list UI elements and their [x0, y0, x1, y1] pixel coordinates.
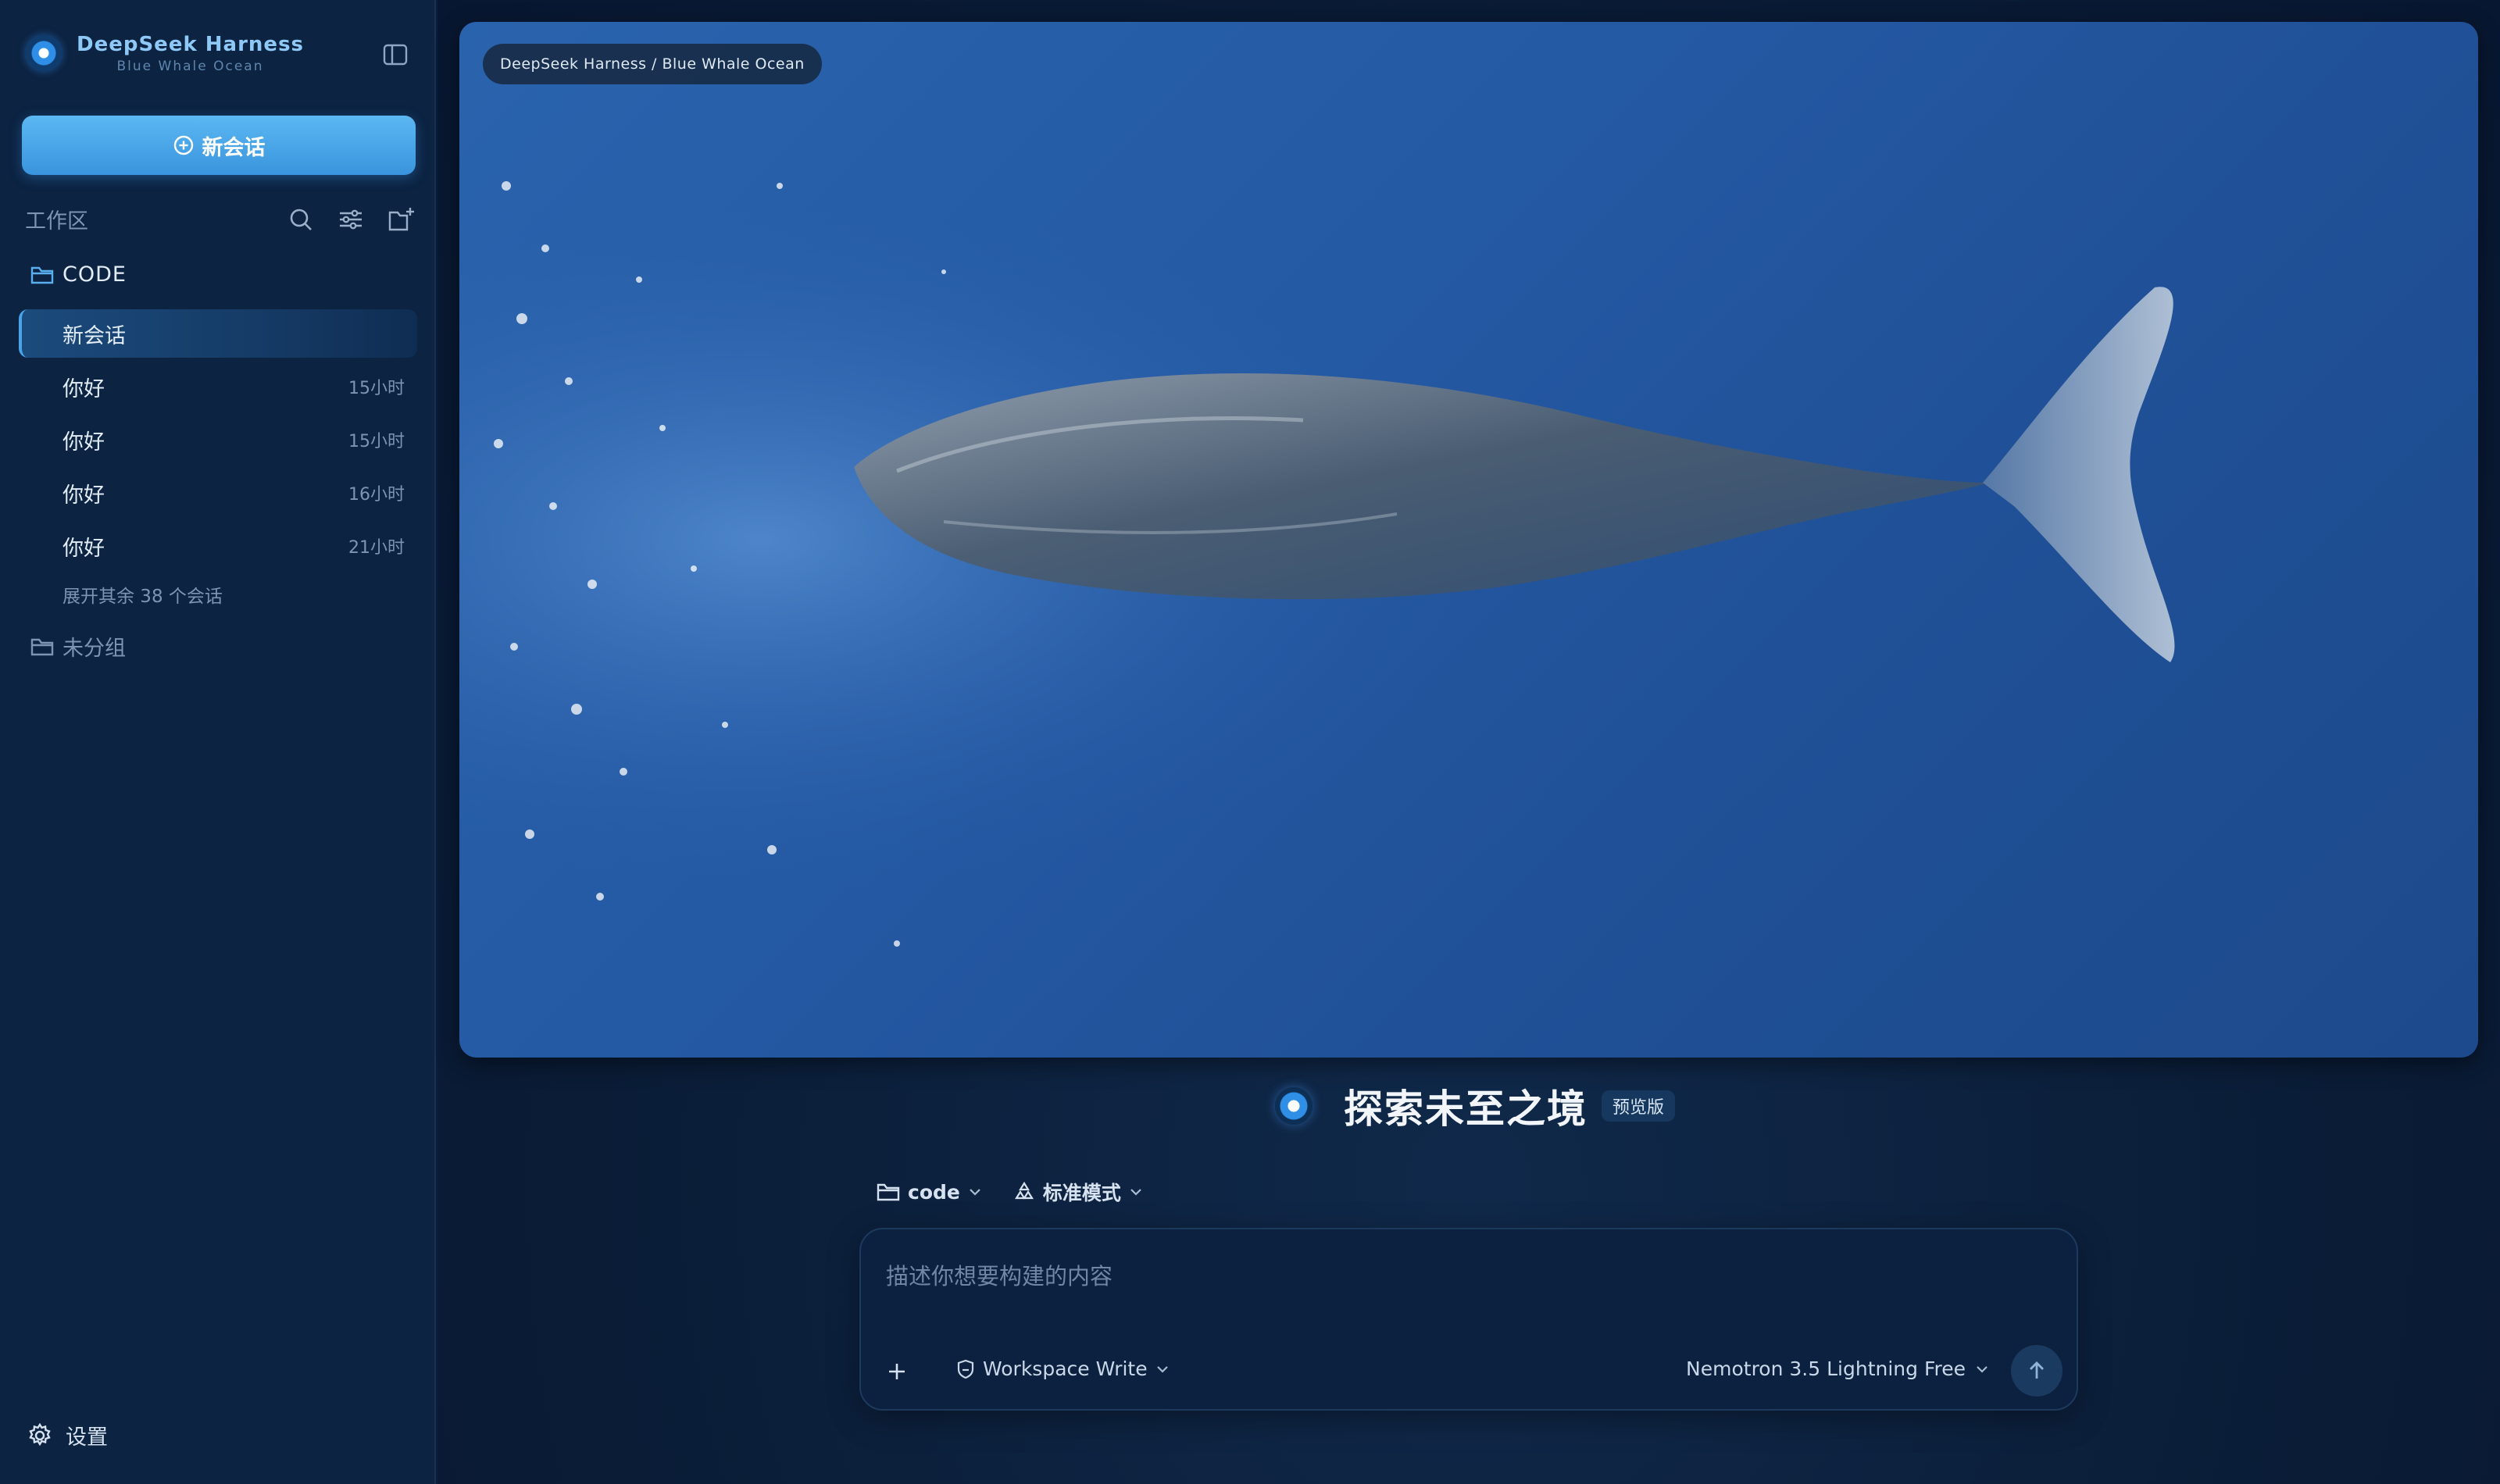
mode-selector[interactable]: 标准模式 — [1013, 1178, 1143, 1206]
session-title: 新会话 — [62, 323, 126, 348]
app-window: DeepSeek Harness Blue Whale Ocean 新会话 工作… — [0, 0, 2500, 1484]
session-title: 你好 — [62, 483, 105, 508]
folder-selector[interactable]: code — [877, 1181, 982, 1204]
workspace-label: 工作区 — [25, 209, 88, 234]
plus-icon — [889, 1364, 905, 1379]
chevron-down-icon — [1156, 1365, 1168, 1373]
preview-badge: 预览版 — [1602, 1090, 1676, 1122]
workspace-header: 工作区 — [25, 202, 416, 236]
session-item[interactable]: 你好 15小时 — [19, 362, 417, 411]
folder-icon — [877, 1183, 900, 1201]
add-attachment-button[interactable] — [880, 1354, 914, 1389]
session-item[interactable]: 你好 15小时 — [19, 416, 417, 464]
sidebar-toggle-icon[interactable] — [381, 41, 409, 69]
sidebar: DeepSeek Harness Blue Whale Ocean 新会话 工作… — [0, 0, 436, 1484]
welcome-title-row: 探索未至之境 预览版 — [1275, 1078, 1676, 1134]
session-time: 21小时 — [348, 538, 405, 558]
hero-badge: DeepSeek Harness / Blue Whale Ocean — [483, 44, 822, 84]
expand-more-sessions[interactable]: 展开其余 38 个会话 — [62, 581, 223, 608]
gear-icon — [29, 1422, 51, 1446]
session-time: 15小时 — [348, 379, 405, 398]
brand-subtitle: Blue Whale Ocean — [116, 59, 264, 74]
search-icon[interactable] — [286, 205, 316, 234]
folder-selector-label: code — [908, 1180, 960, 1204]
shield-edit-icon — [957, 1359, 974, 1379]
model-selector[interactable]: Nemotron 3.5 Lightning Free — [1686, 1357, 1989, 1380]
session-time: 15小时 — [348, 432, 405, 451]
permission-selector[interactable]: Workspace Write — [955, 1357, 1170, 1380]
new-chat-button[interactable]: 新会话 — [22, 116, 416, 175]
arrow-up-icon — [2030, 1361, 2044, 1379]
brand-logo — [1275, 1087, 1312, 1125]
brand-title: DeepSeek Harness — [77, 33, 305, 56]
session-item[interactable]: 你好 21小时 — [19, 522, 417, 570]
session-item[interactable]: 你好 16小时 — [19, 469, 417, 517]
welcome-title: 探索未至之境 — [1344, 1086, 1588, 1132]
permission-label: Workspace Write — [983, 1357, 1148, 1380]
session-title: 你好 — [62, 430, 105, 455]
folder-label: 未分组 — [62, 637, 126, 661]
session-time: 16小时 — [348, 485, 405, 505]
main-panel: DeepSeek Harness / Blue Whale Ocean 探索未至… — [438, 0, 2500, 1484]
model-label: Nemotron 3.5 Lightning Free — [1686, 1357, 1966, 1380]
chevron-down-icon — [970, 1189, 980, 1196]
folder-icon — [30, 266, 54, 284]
session-item-active[interactable]: 新会话 — [19, 309, 417, 358]
session-title: 你好 — [62, 376, 105, 401]
plus-circle-icon — [173, 135, 193, 155]
folder-icon — [30, 638, 54, 655]
mode-selector-label: 标准模式 — [1042, 1182, 1121, 1204]
chevron-down-icon — [1130, 1189, 1141, 1196]
recycle-icon — [1014, 1181, 1034, 1200]
folder-label: CODE — [62, 262, 127, 287]
sliders-icon[interactable] — [336, 205, 366, 234]
hero-whale-image: DeepSeek Harness / Blue Whale Ocean — [459, 22, 2478, 1058]
send-button[interactable] — [2011, 1345, 2062, 1397]
chevron-down-icon — [1977, 1365, 1988, 1373]
session-title: 你好 — [62, 536, 105, 561]
context-bar: code 标准模式 — [877, 1178, 1143, 1206]
brand: DeepSeek Harness Blue Whale Ocean — [25, 31, 304, 75]
folder-code[interactable]: CODE — [30, 262, 127, 287]
prompt-input[interactable] — [886, 1253, 2042, 1300]
folder-plus-icon[interactable] — [386, 205, 416, 234]
settings-label: 设置 — [66, 1425, 108, 1450]
settings-button[interactable]: 设置 — [27, 1420, 108, 1450]
composer: Workspace Write Nemotron 3.5 Lightning F… — [859, 1228, 2078, 1411]
brand-logo — [25, 34, 62, 72]
whale-ocean-illustration — [459, 22, 2478, 1058]
folder-ungrouped[interactable]: 未分组 — [30, 631, 126, 662]
new-chat-label: 新会话 — [202, 135, 266, 160]
